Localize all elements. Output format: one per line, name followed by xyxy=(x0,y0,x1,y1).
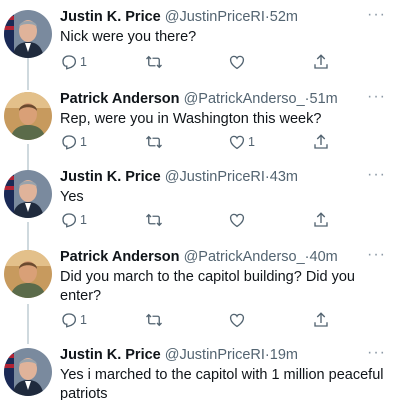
avatar-justin[interactable] xyxy=(4,10,52,58)
more-icon[interactable]: ··· xyxy=(367,247,386,263)
timestamp[interactable]: 43m xyxy=(270,169,298,185)
reply-count: 1 xyxy=(80,135,87,149)
tweet-text: Did you march to the capitol building? D… xyxy=(60,269,355,304)
timestamp[interactable]: 51m xyxy=(310,91,338,107)
share-icon xyxy=(314,212,328,227)
reply-count: 1 xyxy=(80,55,87,69)
action-bar: 1 1 xyxy=(60,132,340,152)
thread-line xyxy=(27,58,29,90)
retweet-icon xyxy=(146,135,162,149)
reply-icon xyxy=(62,135,77,150)
reply-button[interactable]: 1 xyxy=(60,210,87,230)
like-button[interactable] xyxy=(228,310,246,330)
retweet-button[interactable] xyxy=(144,52,164,72)
tweet-text: Rep, were you in Washington this week? xyxy=(60,111,322,127)
heart-icon xyxy=(229,213,245,228)
retweet-icon xyxy=(146,213,162,227)
action-bar: 1 xyxy=(60,310,340,330)
author-handle[interactable]: @JustinPriceRI xyxy=(165,9,265,25)
more-icon[interactable]: ··· xyxy=(367,167,386,183)
action-bar: 1 xyxy=(60,210,340,230)
retweet-button[interactable] xyxy=(144,310,164,330)
heart-icon xyxy=(229,55,245,70)
author-name[interactable]: Justin K. Price xyxy=(60,347,161,363)
action-bar: 1 xyxy=(60,52,340,72)
like-button[interactable] xyxy=(228,52,246,72)
reply-button[interactable]: 1 xyxy=(60,132,87,152)
retweet-button[interactable] xyxy=(144,132,164,152)
avatar-justin[interactable] xyxy=(4,348,52,396)
reply-icon xyxy=(62,55,77,70)
heart-icon xyxy=(229,313,245,328)
like-button[interactable] xyxy=(228,210,246,230)
author-name[interactable]: Patrick Anderson xyxy=(60,249,180,265)
tweet-text: Yes i marched to the capitol with 1 mill… xyxy=(60,367,384,400)
share-icon xyxy=(314,134,328,149)
like-button[interactable]: 1 xyxy=(228,132,255,152)
thread-line xyxy=(27,304,29,344)
thread-line xyxy=(27,144,29,170)
more-icon[interactable]: ··· xyxy=(367,345,386,361)
reply-icon xyxy=(62,313,77,328)
avatar-patrick[interactable] xyxy=(4,250,52,298)
thread-line xyxy=(27,222,29,250)
share-icon xyxy=(314,312,328,327)
tweet-text: Nick were you there? xyxy=(60,29,197,45)
author-handle[interactable]: @PatrickAnderso_ xyxy=(184,249,305,265)
like-count: 1 xyxy=(248,135,255,149)
reply-button[interactable]: 1 xyxy=(60,52,87,72)
reply-count: 1 xyxy=(80,313,87,327)
reply-icon xyxy=(62,213,77,228)
author-handle[interactable]: @JustinPriceRI xyxy=(165,347,265,363)
heart-icon xyxy=(229,135,245,150)
timestamp[interactable]: 19m xyxy=(270,347,298,363)
author-name[interactable]: Justin K. Price xyxy=(60,169,161,185)
tweet-text: Yes xyxy=(60,189,84,205)
share-button[interactable] xyxy=(312,52,330,72)
more-icon[interactable]: ··· xyxy=(367,89,386,105)
share-button[interactable] xyxy=(312,210,330,230)
retweet-button[interactable] xyxy=(144,210,164,230)
author-name[interactable]: Justin K. Price xyxy=(60,9,161,25)
more-icon[interactable]: ··· xyxy=(367,7,386,23)
timestamp[interactable]: 40m xyxy=(310,249,338,265)
reply-count: 1 xyxy=(80,213,87,227)
avatar-patrick[interactable] xyxy=(4,92,52,140)
share-button[interactable] xyxy=(312,132,330,152)
author-handle[interactable]: @JustinPriceRI xyxy=(165,169,265,185)
avatar-justin[interactable] xyxy=(4,170,52,218)
retweet-icon xyxy=(146,55,162,69)
timestamp[interactable]: 52m xyxy=(270,9,298,25)
author-name[interactable]: Patrick Anderson xyxy=(60,91,180,107)
retweet-icon xyxy=(146,313,162,327)
reply-button[interactable]: 1 xyxy=(60,310,87,330)
share-icon xyxy=(314,54,328,69)
author-handle[interactable]: @PatrickAnderso_ xyxy=(184,91,305,107)
share-button[interactable] xyxy=(312,310,330,330)
